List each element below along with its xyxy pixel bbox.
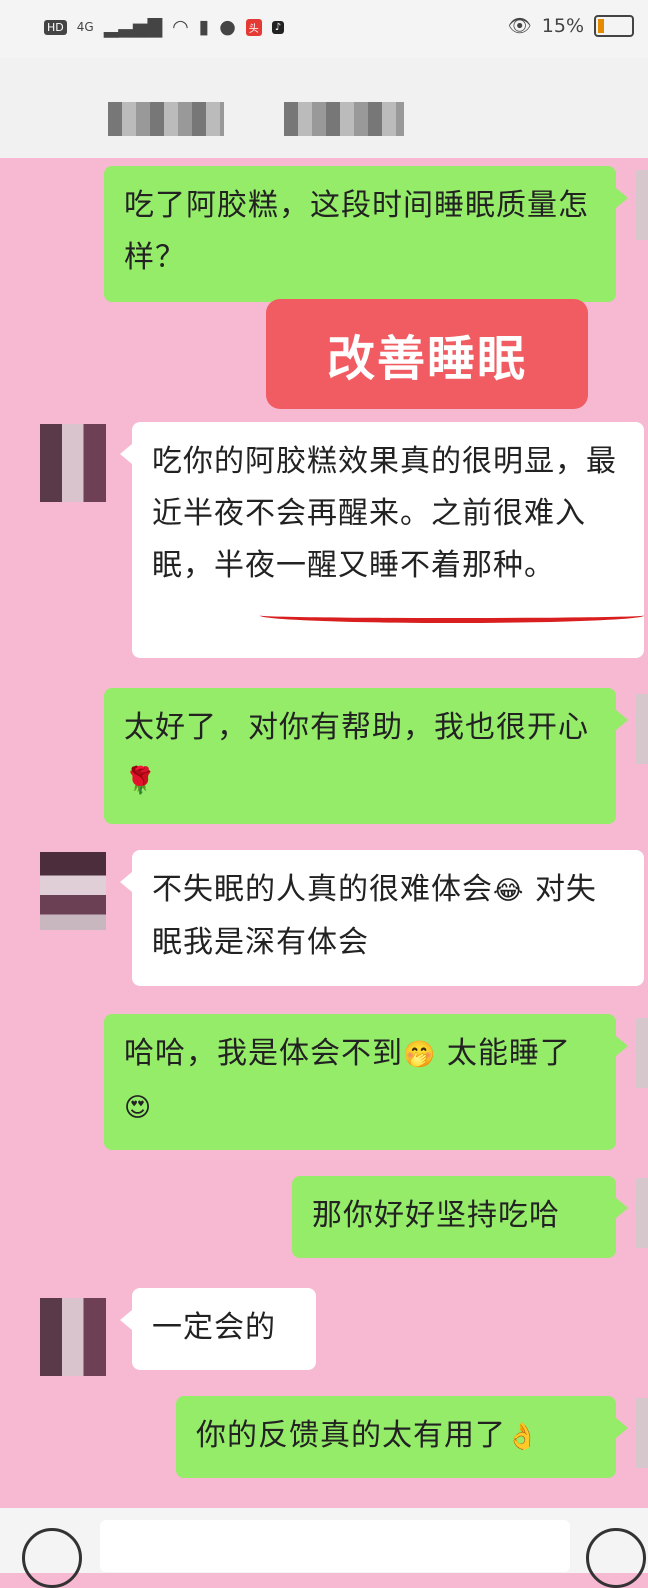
avatar[interactable]: [636, 1398, 648, 1468]
blurred-name-right: [284, 102, 404, 136]
rose-icon: 🌹: [124, 766, 158, 796]
message-text: 你的反馈真的太有用了: [196, 1418, 506, 1453]
message-bubble[interactable]: 一定会的: [120, 1288, 316, 1370]
message-bubble[interactable]: 吃你的阿胶糕效果真的很明显，最近半夜不会再醒来。之前很难入眠，半夜一醒又睡不着那…: [120, 422, 644, 658]
message-text: 哈哈，我是体会不到: [124, 1036, 403, 1071]
message-bubble[interactable]: 那你好好坚持吃哈: [292, 1176, 628, 1258]
message-input[interactable]: [100, 1520, 570, 1572]
input-bar: [0, 1508, 648, 1588]
heart-eyes-icon: 😍: [124, 1093, 153, 1123]
message-text: 那你好好坚持吃哈: [312, 1198, 560, 1233]
message-bubble[interactable]: 吃了阿胶糕，这段时间睡眠质量怎样？: [104, 166, 628, 302]
notification-icon: ▮: [198, 16, 210, 38]
ok-hand-icon: 👌: [506, 1422, 540, 1452]
giggle-icon: 🤭: [403, 1040, 437, 1070]
eye-icon: 👁: [507, 15, 532, 37]
signal-icon: ▂▃▅▇: [103, 16, 163, 38]
message-text: 一定会的: [152, 1310, 276, 1345]
battery-icon: [594, 14, 634, 37]
message-bubble[interactable]: 哈哈，我是体会不到🤭 太能睡了 😍: [104, 1014, 628, 1150]
message-text: 吃了阿胶糕，这段时间睡眠质量怎样？: [124, 188, 589, 275]
toutiao-icon: 头: [245, 18, 262, 36]
avatar[interactable]: [40, 1298, 106, 1376]
message-bubble[interactable]: 太好了，对你有帮助，我也很开心 🌹: [104, 688, 628, 824]
highlight-tag: 改善睡眠: [266, 299, 588, 409]
status-left: HD 4G ▂▃▅▇ ◠ ▮ ● 头 ♪: [44, 16, 285, 38]
avatar[interactable]: [636, 170, 648, 240]
emoji-icon[interactable]: [586, 1528, 646, 1588]
avatar[interactable]: [636, 1018, 648, 1088]
wifi-icon: ◠: [172, 16, 189, 38]
battery-percent: 15%: [541, 14, 584, 37]
status-right: 👁 15%: [508, 14, 634, 37]
blurred-name-left: [108, 102, 224, 136]
avatar[interactable]: [40, 852, 106, 930]
message-text: 吃你的阿胶糕效果真的很明显，最近半夜不会再醒来。之前很难入眠，半夜一醒又睡不着那…: [152, 444, 617, 583]
status-bar: HD 4G ▂▃▅▇ ◠ ▮ ● 头 ♪ 👁 15%: [0, 0, 648, 58]
avatar[interactable]: [636, 694, 648, 764]
message-text: 太能睡了: [446, 1036, 571, 1071]
network-indicator: 4G: [76, 20, 94, 34]
avatar[interactable]: [40, 424, 106, 502]
voice-icon[interactable]: [22, 1528, 82, 1588]
chat-header: [0, 58, 648, 158]
avatar[interactable]: [636, 1178, 648, 1248]
chat-area[interactable]: 吃了阿胶糕，这段时间睡眠质量怎样？ 改善睡眠 吃你的阿胶糕效果真的很明显，最近半…: [0, 158, 648, 1508]
message-text: 太好了，对你有帮助，我也很开心: [124, 710, 589, 745]
message-bubble[interactable]: 不失眠的人真的很难体会😂 对失眠我是深有体会: [120, 850, 644, 986]
message-text: 不失眠的人真的很难体会: [152, 872, 493, 907]
red-underline: [260, 608, 644, 623]
tiktok-icon: ♪: [271, 20, 285, 34]
laughing-crying-icon: 😂: [493, 876, 525, 906]
message-icon: ●: [219, 16, 236, 38]
hd-indicator: HD: [44, 19, 67, 35]
message-bubble[interactable]: 你的反馈真的太有用了👌: [176, 1396, 628, 1478]
